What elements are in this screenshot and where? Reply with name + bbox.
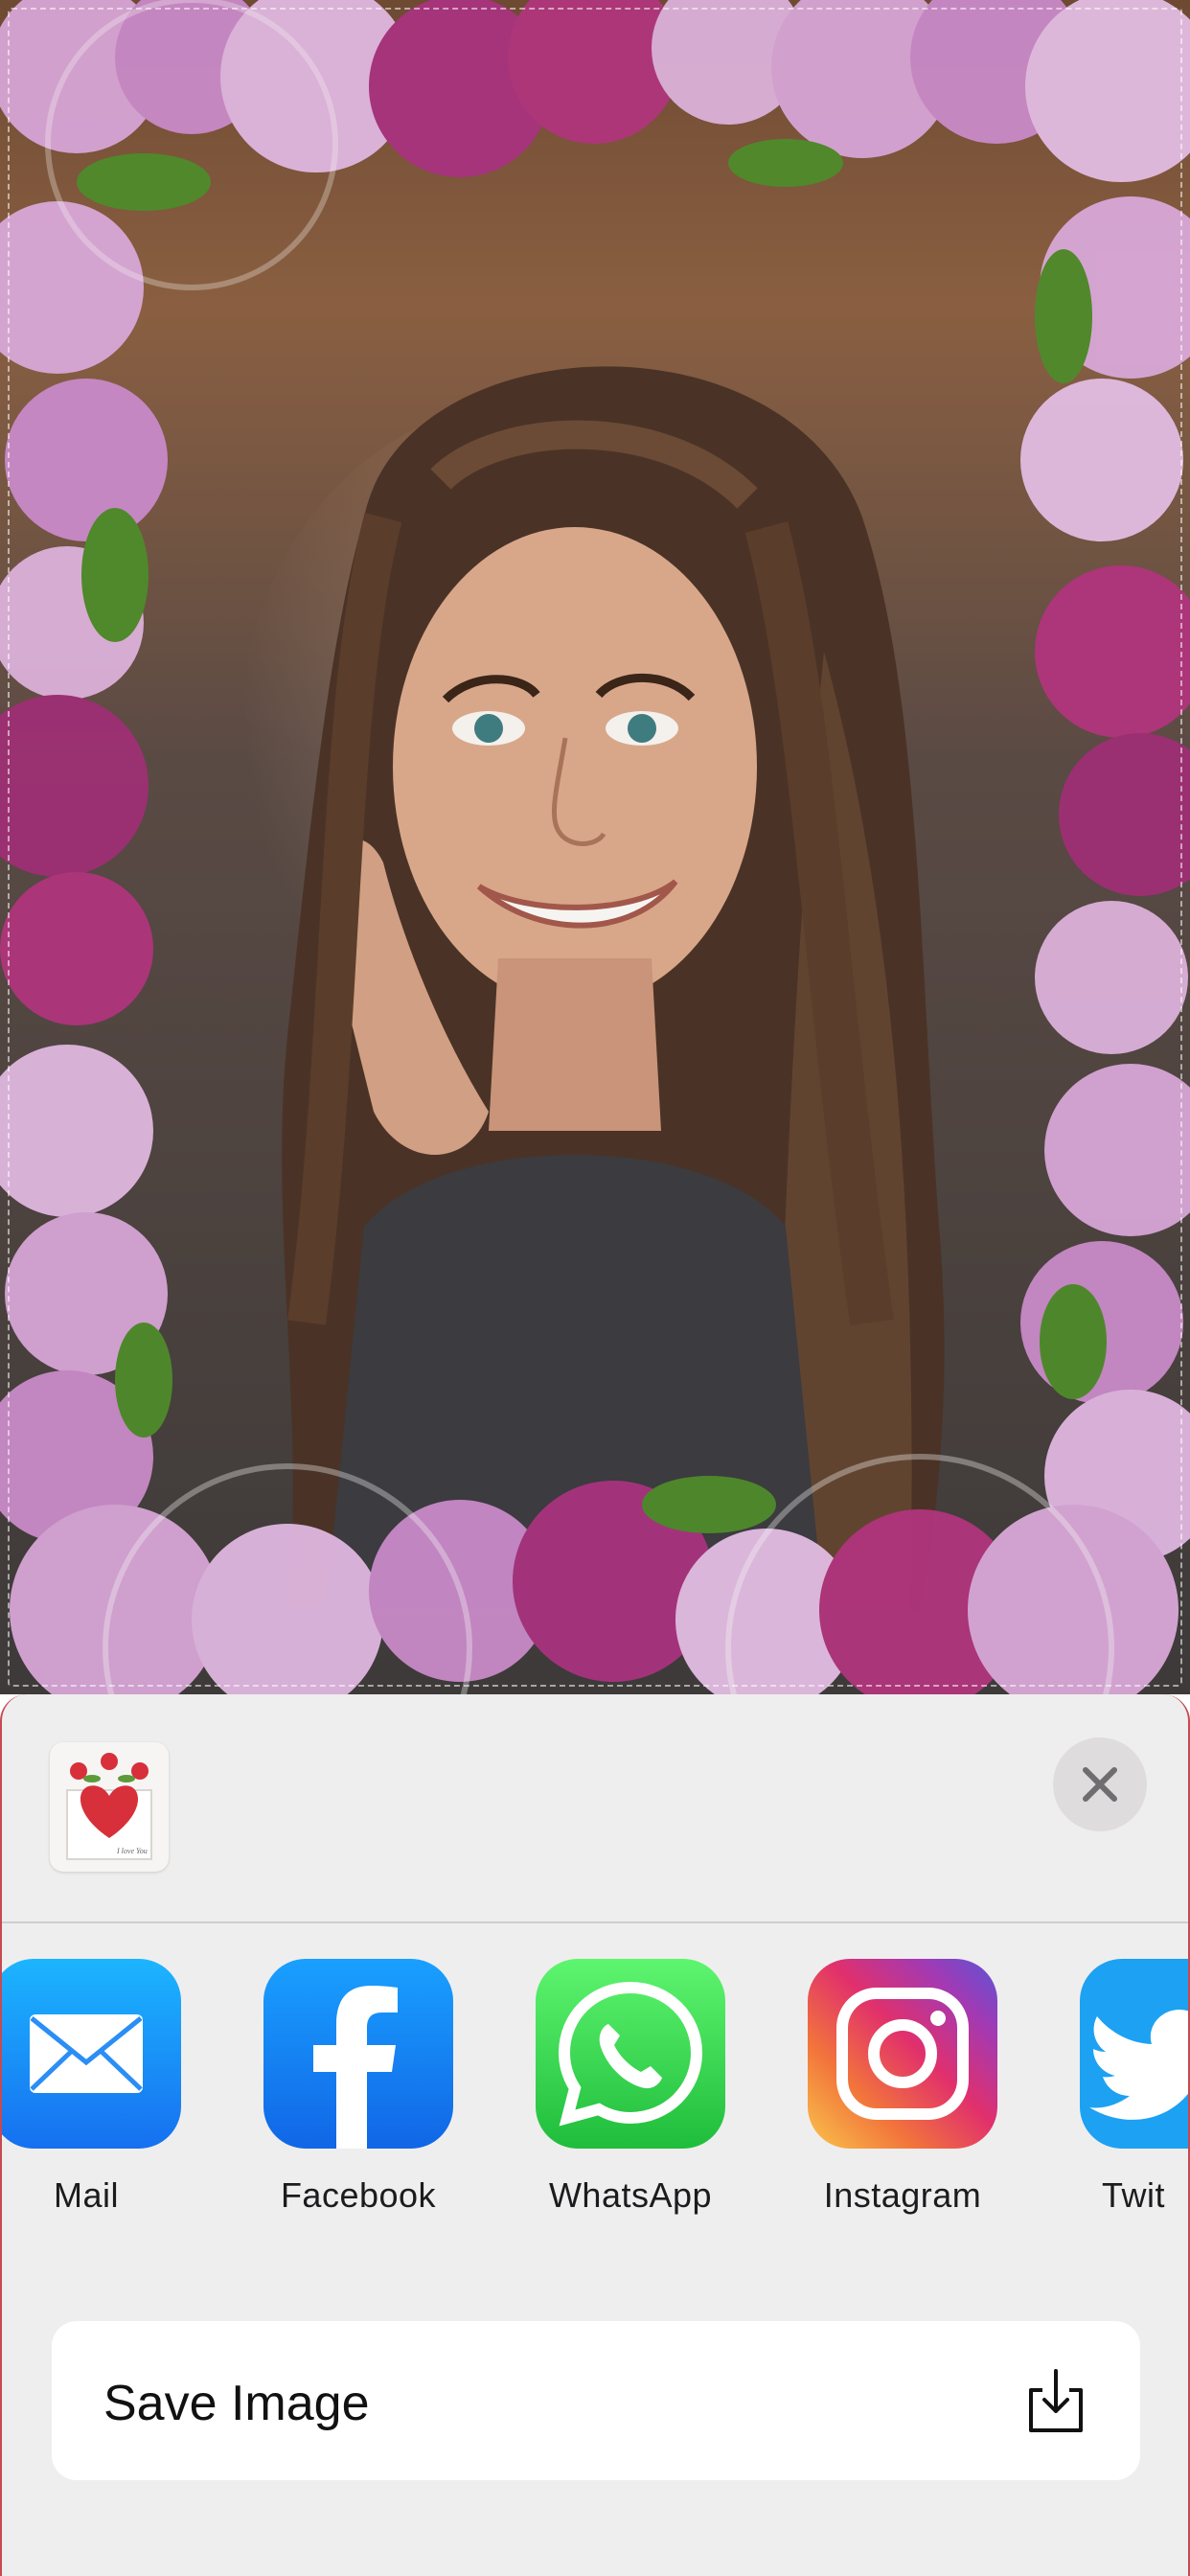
share-app-whatsapp[interactable]: WhatsApp xyxy=(500,1959,730,2246)
heart-envelope-icon: I love You xyxy=(66,1753,152,1860)
close-icon xyxy=(1083,1767,1117,1802)
header-divider xyxy=(2,1921,1188,1923)
share-sheet-header: I love You xyxy=(2,1694,1188,1924)
close-button[interactable] xyxy=(1053,1737,1147,1831)
whatsapp-icon xyxy=(536,1959,725,2149)
share-app-instagram[interactable]: Instagram xyxy=(772,1959,1002,2246)
framed-photo xyxy=(0,0,1190,1694)
save-image-button[interactable]: Save Image xyxy=(52,2321,1140,2480)
facebook-icon xyxy=(263,1959,453,2149)
share-app-label: WhatsApp xyxy=(548,2175,713,2215)
share-sheet: I love You Mail Facebook WhatsApp Instag… xyxy=(0,1694,1190,2576)
share-apps-row: Mail Facebook WhatsApp Instagram Twit xyxy=(2,1959,1188,2275)
twitter-icon xyxy=(1080,1959,1188,2149)
mail-icon xyxy=(2,1959,181,2149)
share-app-label: Twit xyxy=(1102,2175,1166,2215)
share-app-facebook[interactable]: Facebook xyxy=(228,1959,458,2246)
instagram-icon xyxy=(808,1959,997,2149)
thumbnail-caption: I love You xyxy=(116,1847,148,1855)
heart-envelope-thumbnail: I love You xyxy=(50,1742,169,1872)
lilac-flower-frame xyxy=(0,0,1190,1694)
share-app-label: Facebook xyxy=(280,2175,437,2215)
share-app-label: Instagram xyxy=(823,2175,982,2215)
share-app-label: Mail xyxy=(53,2175,119,2215)
share-app-twitter[interactable]: Twit xyxy=(1044,1959,1188,2246)
share-app-mail[interactable]: Mail xyxy=(2,1959,186,2246)
save-image-label: Save Image xyxy=(103,2376,370,2431)
save-download-icon xyxy=(1029,2369,1083,2432)
